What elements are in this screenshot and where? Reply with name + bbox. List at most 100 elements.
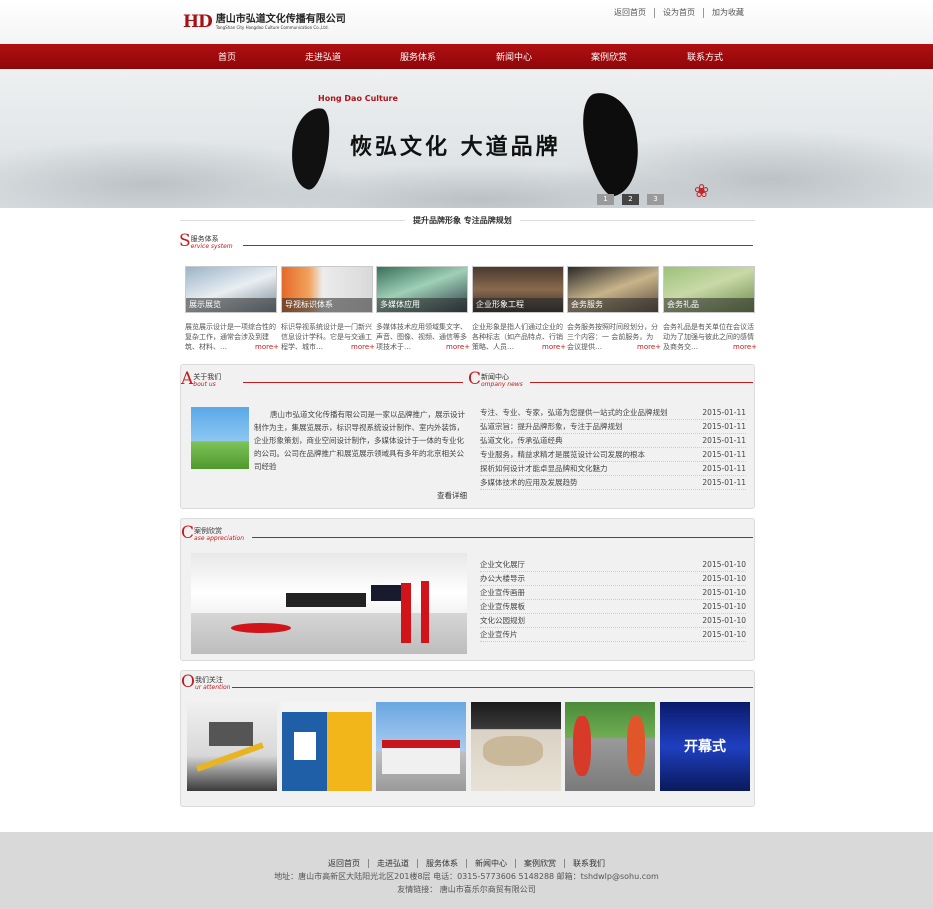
gallery-image[interactable] [282,702,372,791]
service-label: 企业形象工程 [473,298,563,312]
service-label: 会务服务 [568,298,658,312]
more-link[interactable]: more+ [733,343,757,351]
service-card-signage[interactable]: 导视标识体系 [281,266,373,313]
more-link[interactable]: more+ [637,343,661,351]
news-item[interactable]: 多媒体技术的应用及发展趋势 2015-01-11 [480,476,746,490]
case-item[interactable]: 企业宣传画册 2015-01-10 [480,586,746,600]
footer-link-news[interactable]: 新闻中心 [467,859,516,868]
case-item[interactable]: 办公大楼导示 2015-01-10 [480,572,746,586]
banner-title: 恢弘文化 大道品牌 [350,134,561,160]
news-item[interactable]: 专业服务，精益求精才是展览设计公司发展的根本 2015-01-11 [480,448,746,462]
news-item[interactable]: 弘道宗旨：提升品牌形象，专注于品牌规划 2015-01-11 [480,420,746,434]
news-date: 2015-01-11 [702,436,746,445]
case-title[interactable]: 办公大楼导示 [480,572,525,585]
cases-heading: C 案例欣赏 ase appreciation [181,525,244,543]
more-link[interactable]: more+ [351,343,375,351]
footer-link-home[interactable]: 返回首页 [320,859,369,868]
link-home[interactable]: 返回首页 [612,8,655,18]
news-item[interactable]: 探析如何设计才能卓显品牌和文化魅力 2015-01-11 [480,462,746,476]
stage-text: 开幕式 [684,739,726,755]
case-item[interactable]: 企业宣传展板 2015-01-10 [480,600,746,614]
service-label: 导视标识体系 [282,298,372,312]
section-title: 我们关注 [194,676,223,684]
news-title[interactable]: 多媒体技术的应用及发展趋势 [480,476,578,489]
news-title[interactable]: 专业服务，精益求精才是展览设计公司发展的根本 [480,448,645,461]
case-item[interactable]: 文化公园规划 2015-01-10 [480,614,746,628]
more-link[interactable]: more+ [446,343,470,351]
gallery-image[interactable] [471,702,561,791]
news-date: 2015-01-11 [702,408,746,417]
more-link[interactable]: more+ [255,343,279,351]
nav-cases[interactable]: 案例欣赏 [579,50,639,63]
case-title[interactable]: 企业宣传画册 [480,586,525,599]
gallery-image[interactable] [565,702,655,791]
service-card-multimedia[interactable]: 多媒体应用 [376,266,468,313]
news-date: 2015-01-11 [702,464,746,473]
more-link[interactable]: more+ [542,343,566,351]
section-subtitle: bout us [193,381,216,388]
footer-link-contact[interactable]: 联系我们 [565,859,613,868]
nav-news[interactable]: 新闻中心 [484,50,544,63]
gallery-image[interactable] [376,702,466,791]
nav-about[interactable]: 走进弘道 [293,50,353,63]
hero-banner[interactable]: Hong Dao Culture 恢弘文化 大道品牌 ❀ [0,69,933,208]
news-title[interactable]: 探析如何设计才能卓显品牌和文化魅力 [480,462,608,475]
nav-services[interactable]: 服务体系 [388,50,448,63]
nav-contact[interactable]: 联系方式 [675,50,735,63]
section-title: 新闻中心 [481,373,510,381]
case-date: 2015-01-10 [702,560,746,569]
news-item[interactable]: 专注、专业、专家，弘道为您提供一站式的企业品牌规划 2015-01-11 [480,406,746,420]
section-title: 服务体系 [190,235,219,243]
service-card-corporate-image[interactable]: 企业形象工程 [472,266,564,313]
nav-home[interactable]: 首页 [197,50,257,63]
news-title[interactable]: 专注、专业、专家，弘道为您提供一站式的企业品牌规划 [480,406,668,419]
news-date: 2015-01-11 [702,422,746,431]
case-item[interactable]: 企业宣传片 2015-01-10 [480,628,746,642]
news-heading: C 新闻中心 ompany news [468,369,523,389]
service-card-conference[interactable]: 会务服务 [567,266,659,313]
section-rule [232,687,753,688]
case-item[interactable]: 企业文化展厅 2015-01-10 [480,558,746,572]
pager-2[interactable]: 2 [622,194,639,205]
case-title[interactable]: 文化公园规划 [480,614,525,627]
section-rule [243,245,753,246]
news-title[interactable]: 弘道宗旨：提升品牌形象，专注于品牌规划 [480,420,623,433]
case-title[interactable]: 企业宣传片 [480,628,518,641]
case-title[interactable]: 企业宣传展板 [480,600,525,613]
section-rule [252,537,753,538]
about-text: 唐山市弘道文化传播有限公司是一家以品牌推广，展示设计制作为主，集展览展示，标识导… [254,410,465,471]
service-card-exhibition[interactable]: 展示展览 [185,266,277,313]
service-card-gifts[interactable]: 会务礼品 [663,266,755,313]
company-name: 唐山市弘道文化传播有限公司 [215,14,346,25]
section-subtitle: ervice system [190,243,233,250]
service-label: 多媒体应用 [377,298,467,312]
site-logo[interactable]: HD 唐山市弘道文化传播有限公司 TangShan City Hongdao C… [183,10,346,34]
about-heading: A 关于我们 bout us [181,369,221,389]
pager-3[interactable]: 3 [647,194,664,205]
section-letter: C [468,369,482,389]
gallery-image[interactable] [187,702,277,791]
section-letter: A [181,369,194,389]
about-more-link[interactable]: 查看详细 [437,490,467,501]
footer-link-services[interactable]: 服务体系 [418,859,467,868]
logo-mark: HD [183,12,213,32]
gallery-image[interactable]: 开幕式 [660,702,750,791]
news-title[interactable]: 弘道文化，传承弘道经典 [480,434,563,447]
footer-friend-links[interactable]: 友情链接： 唐山市喜乐尔商贸有限公司 [0,884,933,895]
top-links: 返回首页 设为首页 加为收藏 [612,8,752,18]
link-add-favorite[interactable]: 加为收藏 [704,8,752,18]
about-image [191,407,249,469]
case-date: 2015-01-10 [702,574,746,583]
news-date: 2015-01-11 [702,478,746,487]
footer-link-cases[interactable]: 案例欣赏 [516,859,565,868]
footer-link-about[interactable]: 走进弘道 [369,859,418,868]
banner-pager: 1 2 3 [597,194,664,205]
news-item[interactable]: 弘道文化，传承弘道经典 2015-01-11 [480,434,746,448]
case-showcase-image[interactable] [191,553,467,654]
pager-1[interactable]: 1 [597,194,614,205]
case-date: 2015-01-10 [702,588,746,597]
link-set-homepage[interactable]: 设为首页 [655,8,704,18]
case-title[interactable]: 企业文化展厅 [480,558,525,571]
section-letter: S [179,231,191,251]
case-date: 2015-01-10 [702,616,746,625]
